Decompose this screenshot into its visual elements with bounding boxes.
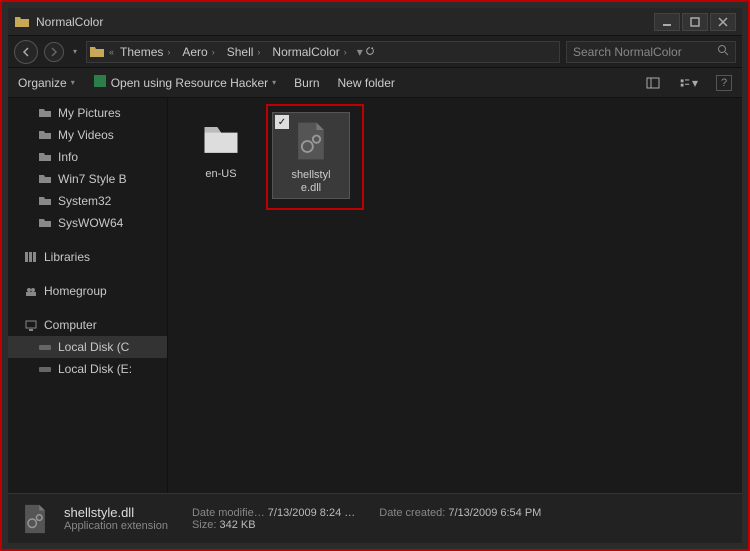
open-resource-hacker-button[interactable]: Open using Resource Hacker▾ bbox=[93, 74, 276, 91]
folder-icon bbox=[38, 106, 52, 120]
app-icon bbox=[93, 74, 107, 91]
preview-pane-icon[interactable] bbox=[644, 74, 662, 92]
help-button[interactable]: ? bbox=[716, 75, 732, 91]
folder-icon bbox=[38, 194, 52, 208]
search-placeholder: Search NormalColor bbox=[573, 45, 682, 59]
size-value: 342 KB bbox=[220, 519, 256, 531]
sidebar-group-libraries[interactable]: Libraries bbox=[8, 246, 167, 268]
breadcrumb-normalcolor[interactable]: NormalColor› bbox=[266, 42, 352, 62]
new-folder-button[interactable]: New folder bbox=[338, 76, 395, 90]
details-filetype: Application extension bbox=[64, 520, 168, 532]
command-bar: Organize▾ Open using Resource Hacker▾ Bu… bbox=[8, 68, 742, 98]
date-created-value: 7/13/2009 6:54 PM bbox=[448, 507, 541, 519]
selection-checkbox[interactable]: ✓ bbox=[275, 115, 289, 129]
file-label: shellstyle.dll bbox=[291, 169, 330, 194]
back-button[interactable] bbox=[14, 40, 38, 64]
breadcrumb-themes[interactable]: Themes› bbox=[114, 42, 176, 62]
drive-icon bbox=[38, 340, 52, 354]
sidebar-item-my-pictures[interactable]: My Pictures bbox=[8, 102, 167, 124]
navigation-pane[interactable]: My Pictures My Videos Info Win7 Style B … bbox=[8, 98, 168, 493]
explorer-window: NormalColor ▾ « Themes› Aero› Shell› Nor… bbox=[8, 8, 742, 543]
details-filename: shellstyle.dll bbox=[64, 505, 168, 520]
drive-icon bbox=[38, 362, 52, 376]
dll-file-icon bbox=[16, 500, 54, 538]
sidebar-item-syswow64[interactable]: SysWOW64 bbox=[8, 212, 167, 234]
folder-icon bbox=[38, 172, 52, 186]
search-icon bbox=[717, 44, 729, 59]
outer-highlight-frame: NormalColor ▾ « Themes› Aero› Shell› Nor… bbox=[0, 0, 750, 551]
maximize-button[interactable] bbox=[682, 13, 708, 31]
address-bar[interactable]: « Themes› Aero› Shell› NormalColor› ▾ bbox=[86, 41, 560, 63]
window-body: My Pictures My Videos Info Win7 Style B … bbox=[8, 98, 742, 493]
file-item-en-us[interactable]: en-US bbox=[182, 112, 260, 185]
view-options-icon[interactable]: ▾ bbox=[680, 74, 698, 92]
sidebar-item-win7-style[interactable]: Win7 Style B bbox=[8, 168, 167, 190]
close-button[interactable] bbox=[710, 13, 736, 31]
window-title: NormalColor bbox=[36, 15, 654, 29]
date-modified-label: Date modifie… bbox=[192, 507, 265, 519]
organize-button[interactable]: Organize▾ bbox=[18, 76, 75, 90]
folder-icon bbox=[38, 216, 52, 230]
breadcrumb-shell[interactable]: Shell› bbox=[221, 42, 267, 62]
minimize-button[interactable] bbox=[654, 13, 680, 31]
folder-icon bbox=[197, 116, 245, 164]
address-bar-buttons: ▾ bbox=[353, 45, 379, 59]
burn-button[interactable]: Burn bbox=[294, 76, 319, 90]
folder-icon bbox=[14, 14, 30, 30]
sidebar-item-system32[interactable]: System32 bbox=[8, 190, 167, 212]
recent-locations-dropdown[interactable]: ▾ bbox=[70, 40, 80, 64]
folder-icon bbox=[38, 150, 52, 164]
sidebar-item-local-disk-e[interactable]: Local Disk (E: bbox=[8, 358, 167, 380]
window-controls bbox=[654, 13, 736, 31]
sidebar-item-info[interactable]: Info bbox=[8, 146, 167, 168]
folder-icon bbox=[89, 44, 105, 60]
title-bar[interactable]: NormalColor bbox=[8, 8, 742, 36]
file-item-shellstyle-dll[interactable]: ✓ shellstyle.dll bbox=[272, 112, 350, 199]
navigation-row: ▾ « Themes› Aero› Shell› NormalColor› ▾ … bbox=[8, 36, 742, 68]
homegroup-icon bbox=[24, 284, 38, 298]
dll-file-icon bbox=[287, 117, 335, 165]
file-label: en-US bbox=[205, 168, 236, 181]
computer-icon bbox=[24, 318, 38, 332]
breadcrumb-aero[interactable]: Aero› bbox=[176, 42, 220, 62]
sidebar-group-homegroup[interactable]: Homegroup bbox=[8, 280, 167, 302]
folder-icon bbox=[38, 128, 52, 142]
details-pane: shellstyle.dll Application extension Dat… bbox=[8, 493, 742, 543]
size-label: Size: bbox=[192, 519, 216, 531]
date-modified-value: 7/13/2009 8:24 … bbox=[268, 507, 355, 519]
refresh-icon[interactable] bbox=[365, 45, 375, 59]
forward-button[interactable] bbox=[44, 42, 64, 62]
search-input[interactable]: Search NormalColor bbox=[566, 41, 736, 63]
libraries-icon bbox=[24, 250, 38, 264]
sidebar-item-local-disk-c[interactable]: Local Disk (C bbox=[8, 336, 167, 358]
date-created-label: Date created: bbox=[379, 507, 445, 519]
chevron-down-icon[interactable]: ▾ bbox=[357, 45, 363, 59]
sidebar-group-computer[interactable]: Computer bbox=[8, 314, 167, 336]
file-list-pane[interactable]: en-US ✓ shellstyle.dll bbox=[168, 98, 742, 493]
sidebar-item-my-videos[interactable]: My Videos bbox=[8, 124, 167, 146]
